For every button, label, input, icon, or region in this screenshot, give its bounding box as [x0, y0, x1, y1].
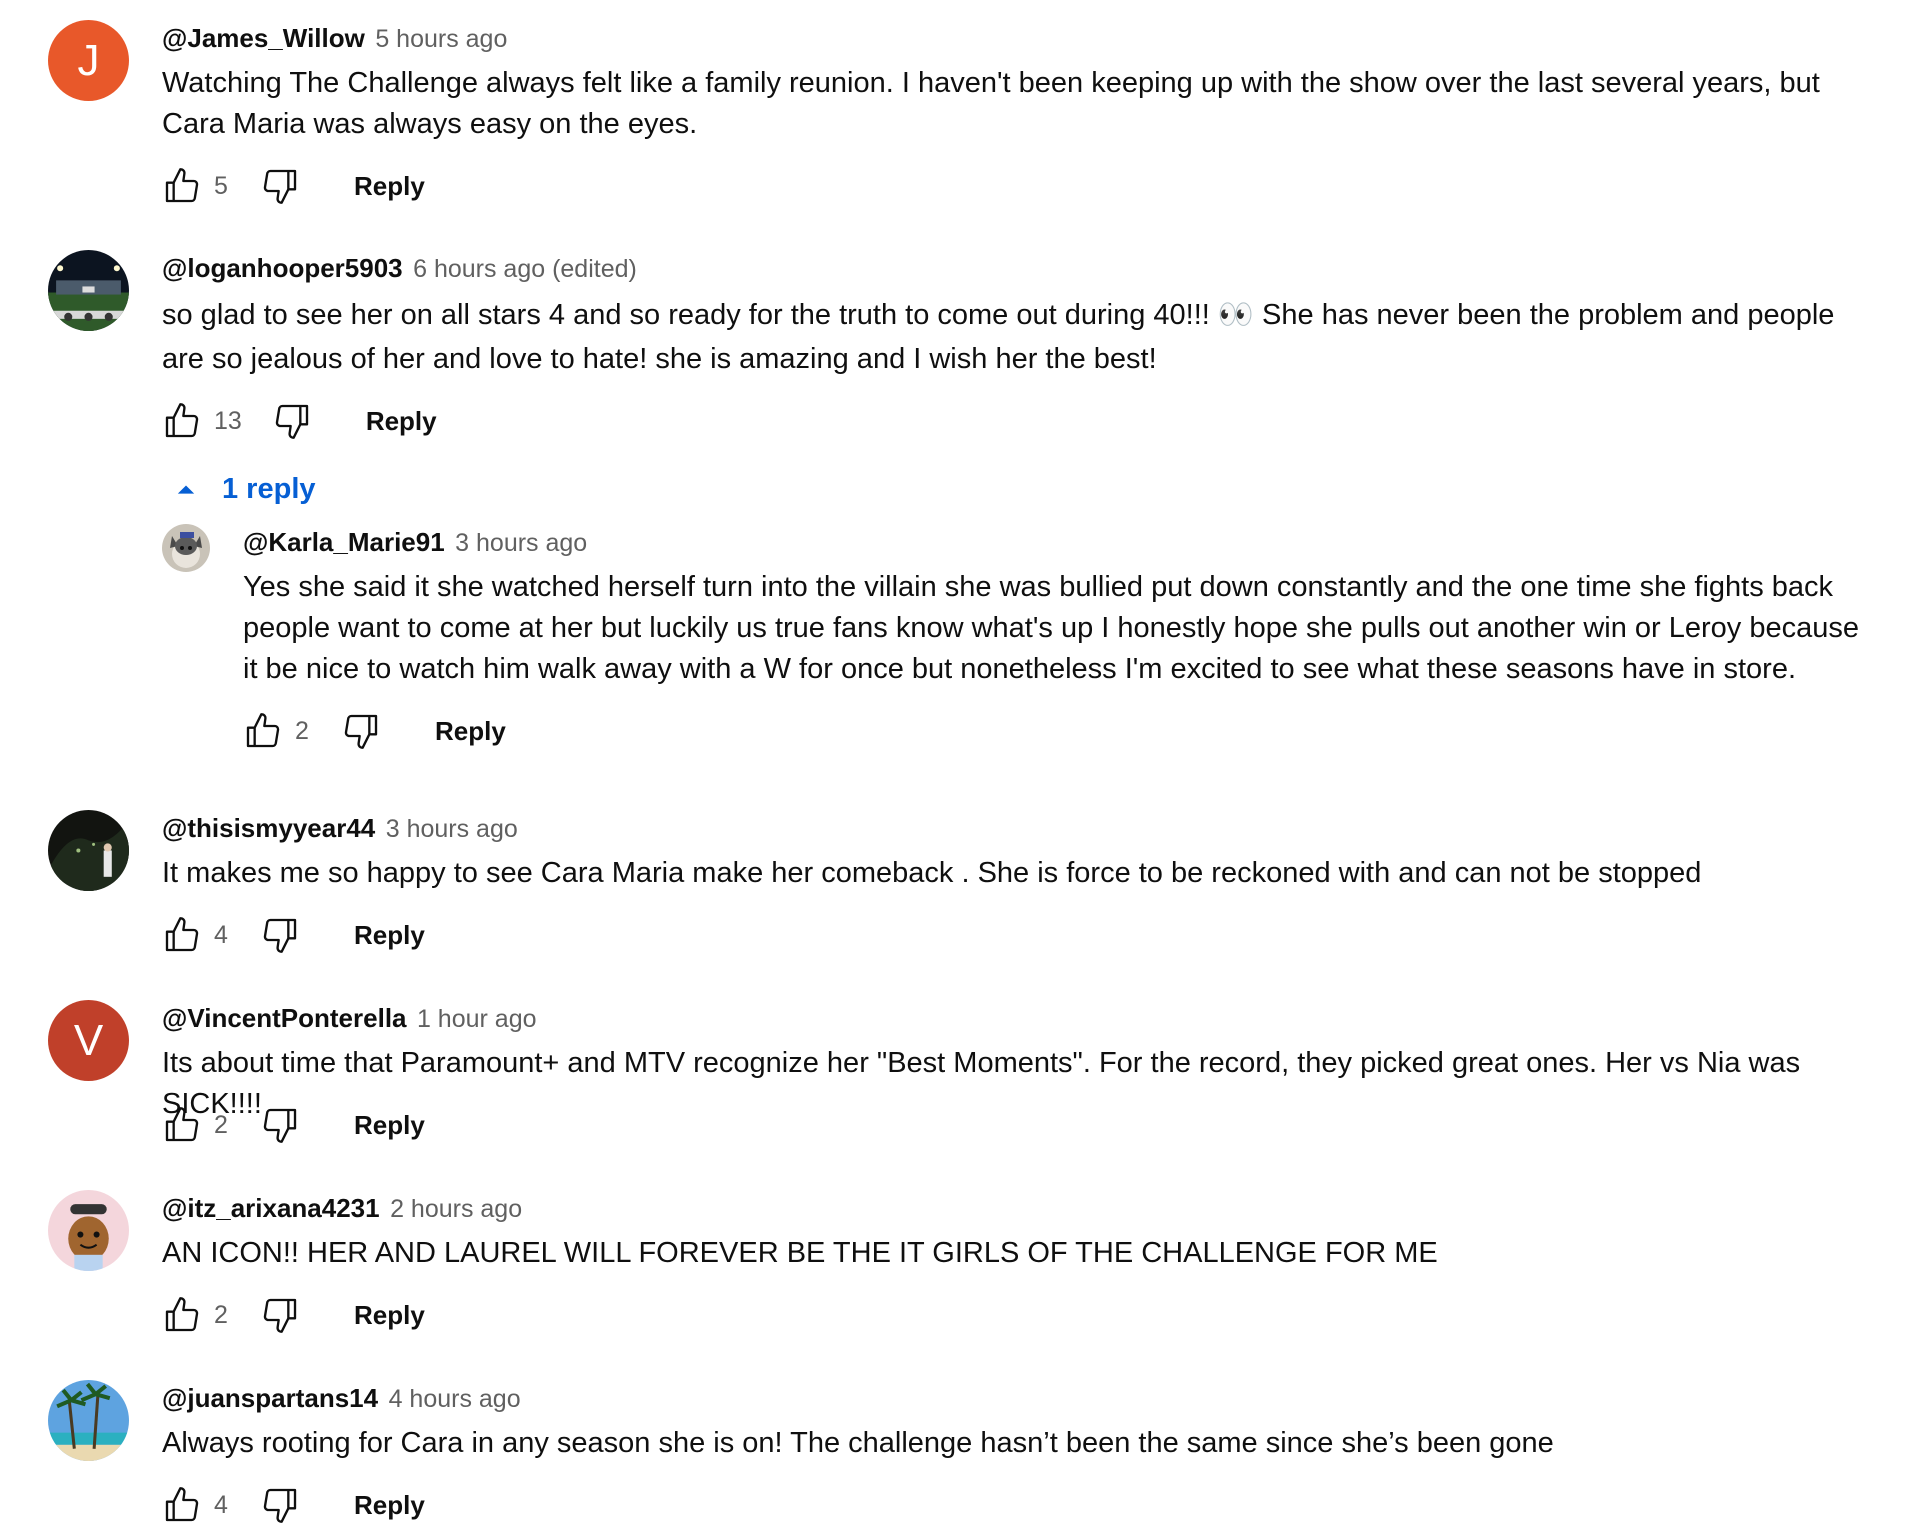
comment-time[interactable]: 3 hours ago — [455, 529, 587, 557]
like-count: 4 — [214, 920, 228, 949]
like-icon[interactable] — [162, 1105, 202, 1145]
reply-button[interactable]: Reply — [354, 171, 425, 202]
like-icon[interactable] — [162, 166, 202, 206]
like-icon[interactable] — [162, 1485, 202, 1525]
dislike-icon[interactable] — [260, 915, 300, 955]
comment-author[interactable]: @thisismyyear44 — [162, 813, 375, 843]
chevron-up-icon — [177, 485, 195, 494]
comment-time[interactable]: 1 hour ago — [417, 1005, 537, 1033]
reply-button[interactable]: Reply — [354, 920, 425, 951]
like-icon[interactable] — [162, 401, 202, 441]
like-count: 13 — [214, 406, 242, 435]
comment-author[interactable]: @juanspartans14 — [162, 1383, 378, 1413]
avatar[interactable]: V — [48, 1000, 129, 1081]
reply-button[interactable]: Reply — [354, 1300, 425, 1331]
replies-count-label: 1 reply — [222, 472, 316, 505]
comment-text: It makes me so happy to see Cara Maria m… — [162, 857, 1702, 889]
comment-time[interactable]: 5 hours ago — [375, 25, 507, 53]
comment-text: so glad to see her on all stars 4 and so… — [162, 299, 1835, 375]
dislike-icon[interactable] — [260, 1105, 300, 1145]
like-count: 4 — [214, 1490, 228, 1519]
comment-text: Watching The Challenge always felt like … — [162, 67, 1820, 140]
avatar-letter: J — [77, 35, 100, 85]
dislike-icon[interactable] — [260, 1295, 300, 1335]
dislike-icon[interactable] — [260, 166, 300, 206]
comment-author[interactable]: @loganhooper5903 — [162, 253, 403, 283]
comment-text: AN ICON!! HER AND LAUREL WILL FOREVER BE… — [162, 1237, 1438, 1269]
comment-text: Yes she said it she watched herself turn… — [243, 571, 1859, 685]
dog-photo-avatar[interactable] — [162, 524, 210, 572]
dislike-icon[interactable] — [260, 1485, 300, 1525]
night-photo-avatar[interactable] — [48, 810, 129, 891]
like-icon[interactable] — [243, 711, 283, 751]
like-icon[interactable] — [162, 1295, 202, 1335]
character-avatar[interactable] — [48, 1190, 129, 1271]
like-icon[interactable] — [162, 915, 202, 955]
comment-author[interactable]: @itz_arixana4231 — [162, 1193, 380, 1223]
like-count: 2 — [295, 716, 309, 745]
reply-button[interactable]: Reply — [366, 406, 437, 437]
comment-author[interactable]: @VincentPonterella — [162, 1003, 407, 1033]
replies-toggle-button[interactable]: 1 reply — [172, 469, 316, 509]
comment-text: Always rooting for Cara in any season sh… — [162, 1427, 1554, 1459]
like-count: 2 — [214, 1110, 228, 1139]
comment-author[interactable]: @Karla_Marie91 — [243, 527, 445, 557]
comment-time[interactable]: 3 hours ago — [386, 815, 518, 843]
dislike-icon[interactable] — [272, 401, 312, 441]
comment-time[interactable]: 6 hours ago (edited) — [413, 255, 637, 283]
stadium-photo-avatar[interactable] — [48, 250, 129, 331]
comment-time[interactable]: 2 hours ago — [390, 1195, 522, 1223]
reply-button[interactable]: Reply — [354, 1490, 425, 1521]
palm-trees-photo-avatar[interactable] — [48, 1380, 129, 1461]
dislike-icon[interactable] — [341, 711, 381, 751]
avatar-letter: V — [73, 1015, 104, 1065]
comment-author[interactable]: @James_Willow — [162, 23, 365, 53]
reply-button[interactable]: Reply — [354, 1110, 425, 1141]
avatar[interactable]: J — [48, 20, 129, 101]
like-count: 5 — [214, 171, 228, 200]
comment-time[interactable]: 4 hours ago — [389, 1385, 521, 1413]
reply-button[interactable]: Reply — [435, 716, 506, 747]
like-count: 2 — [214, 1300, 228, 1329]
